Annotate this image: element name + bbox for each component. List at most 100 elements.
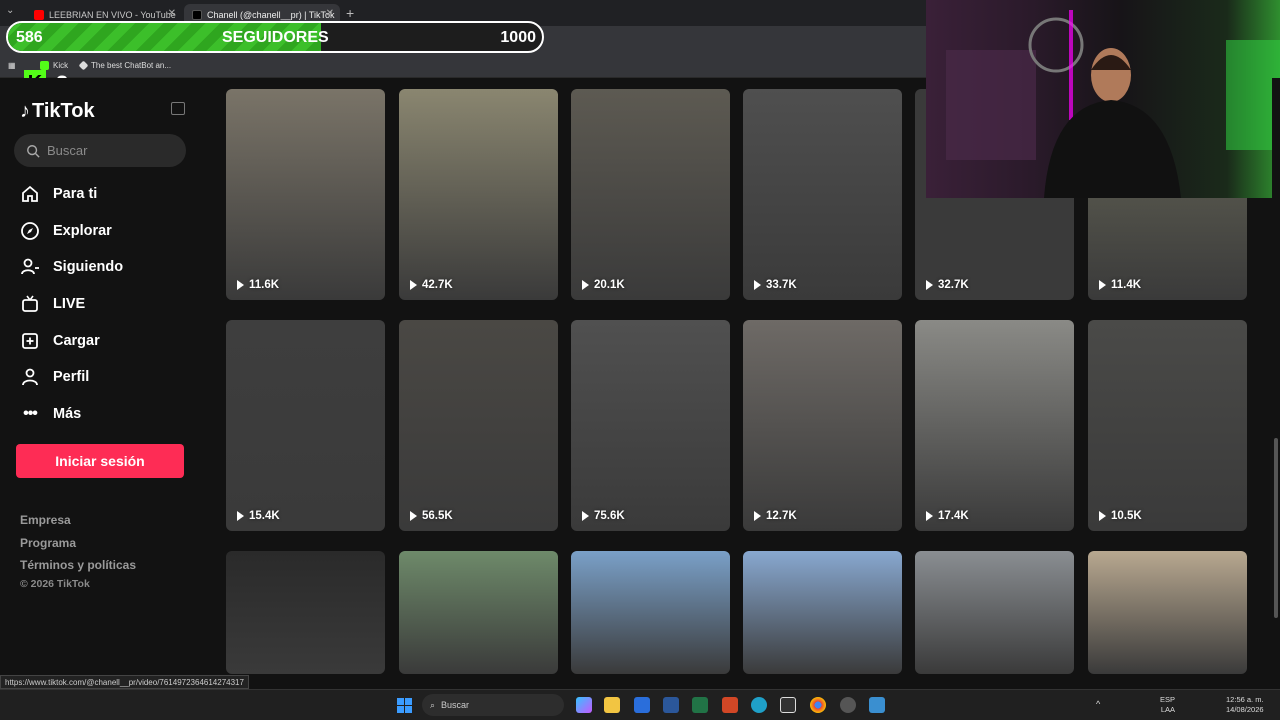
video-card[interactable]	[399, 551, 558, 674]
bookmark-kick[interactable]: Kick	[40, 61, 68, 70]
video-card[interactable]: 56.5K	[399, 320, 558, 531]
nav-label: Perfil	[53, 369, 90, 385]
powerpoint-icon[interactable]	[722, 697, 738, 713]
view-count: 75.6K	[582, 510, 625, 522]
nav-explorar[interactable]: Explorar	[20, 221, 112, 241]
view-count: 20.1K	[582, 279, 625, 291]
apps-icon[interactable]: ▦	[8, 61, 16, 70]
search-icon	[27, 144, 40, 158]
video-card[interactable]: 10.5K	[1088, 320, 1247, 531]
obs-icon[interactable]	[840, 697, 856, 713]
tab-label: LEEBRIAN EN VIVO - YouTube	[49, 10, 176, 20]
more-icon: •••	[23, 405, 38, 422]
nav-label: Explorar	[53, 223, 112, 239]
footer-link-programa[interactable]: Programa	[20, 536, 76, 550]
footer-link-empresa[interactable]: Empresa	[20, 513, 71, 527]
play-icon	[582, 280, 589, 290]
view-count: 56.5K	[410, 510, 453, 522]
nav-mas[interactable]: ••• Más	[20, 404, 81, 424]
nav-perfil[interactable]: Perfil	[20, 367, 89, 387]
nav-para-ti[interactable]: Para ti	[20, 184, 97, 204]
view-count-text: 15.4K	[249, 510, 280, 522]
view-count-text: 42.7K	[422, 279, 453, 291]
app-icon[interactable]	[869, 697, 885, 713]
play-icon	[754, 280, 761, 290]
logo-text: TikTok	[32, 100, 95, 122]
page-scrollbar[interactable]	[1272, 78, 1280, 674]
clock-time: 12:56 a. m.	[1226, 695, 1264, 704]
tiktok-logo[interactable]: ♪ TikTok	[20, 100, 95, 123]
file-explorer-icon[interactable]	[604, 697, 620, 713]
word-icon[interactable]	[663, 697, 679, 713]
view-count-text: 11.4K	[1111, 279, 1142, 291]
excel-icon[interactable]	[692, 697, 708, 713]
windows-taskbar: ⌕ Buscar ^ ESP LAA 12:56 a. m. 14/08/202…	[0, 689, 1280, 720]
play-icon	[410, 511, 417, 521]
tab-label: Chanell (@chanell__pr) | TikTok	[207, 10, 335, 20]
video-card[interactable]	[571, 551, 730, 674]
video-card[interactable]: 11.6K	[226, 89, 385, 300]
play-icon	[926, 280, 933, 290]
view-count: 10.5K	[1099, 510, 1142, 522]
footer-link-terminos[interactable]: Términos y políticas	[20, 558, 136, 572]
scrollbar-thumb[interactable]	[1274, 438, 1278, 618]
copilot-icon[interactable]	[576, 697, 592, 713]
view-count: 33.7K	[754, 279, 797, 291]
close-tab-icon[interactable]: ✕	[168, 8, 176, 19]
video-card[interactable]	[915, 551, 1074, 674]
taskbar-search-input[interactable]: ⌕ Buscar	[422, 694, 564, 716]
view-count: 17.4K	[926, 510, 969, 522]
store-icon[interactable]	[634, 697, 650, 713]
kick-icon	[40, 61, 49, 70]
tab-search-icon[interactable]: ⌄	[6, 5, 14, 16]
view-count: 42.7K	[410, 279, 453, 291]
collapse-sidebar-icon[interactable]	[171, 102, 185, 115]
video-card[interactable]: 17.4K	[915, 320, 1074, 531]
chrome-icon[interactable]	[810, 697, 826, 713]
play-icon	[1099, 280, 1106, 290]
taskbar-search-placeholder: Buscar	[441, 700, 470, 710]
video-card[interactable]	[1088, 551, 1247, 674]
nav-label: Para ti	[53, 186, 98, 202]
windows-start-icon[interactable]	[397, 698, 412, 713]
new-tab-button[interactable]: +	[346, 5, 354, 21]
search-input[interactable]: Buscar	[14, 134, 186, 167]
video-card[interactable]: 75.6K	[571, 320, 730, 531]
video-card[interactable]	[226, 551, 385, 674]
edge-icon[interactable]	[751, 697, 767, 713]
nav-cargar[interactable]: Cargar	[20, 331, 100, 351]
nav-label: Siguiendo	[53, 259, 124, 275]
video-card[interactable]	[743, 551, 902, 674]
view-count-text: 33.7K	[766, 279, 797, 291]
home-icon	[20, 184, 40, 204]
tv-icon	[20, 294, 40, 314]
video-card[interactable]: 12.7K	[743, 320, 902, 531]
tray-chevron-icon[interactable]: ^	[1096, 699, 1100, 709]
close-tab-icon[interactable]: ✕	[326, 8, 334, 19]
play-icon	[237, 511, 244, 521]
video-card[interactable]: 15.4K	[226, 320, 385, 531]
nav-label: LIVE	[53, 296, 86, 312]
video-card[interactable]: 33.7K	[743, 89, 902, 300]
nav-live[interactable]: LIVE	[20, 294, 85, 314]
tiktok-note-icon: ♪	[20, 100, 30, 122]
user-follow-icon	[20, 257, 40, 277]
nav-label: Cargar	[53, 333, 100, 349]
webcam-scene	[946, 10, 1280, 198]
nav-siguiendo[interactable]: Siguiendo	[20, 257, 123, 277]
copyright: © 2026 TikTok	[20, 578, 90, 590]
view-count-text: 20.1K	[594, 279, 625, 291]
language-indicator: ESP LAA	[1160, 695, 1175, 715]
view-count-text: 11.6K	[249, 279, 280, 291]
play-icon	[237, 280, 244, 290]
bookmark-chatbot[interactable]: The best ChatBot an...	[78, 60, 171, 71]
clock[interactable]: 12:56 a. m. 14/08/2026	[1226, 695, 1264, 715]
app-icon[interactable]	[780, 697, 796, 713]
video-card[interactable]: 20.1K	[571, 89, 730, 300]
view-count-text: 17.4K	[938, 510, 969, 522]
login-button[interactable]: Iniciar sesión	[16, 444, 184, 478]
tiktok-sidebar: ♪ TikTok Buscar Para ti Explorar Siguien…	[0, 78, 210, 674]
view-count-text: 10.5K	[1111, 510, 1142, 522]
video-card[interactable]: 42.7K	[399, 89, 558, 300]
compass-icon	[20, 221, 40, 241]
